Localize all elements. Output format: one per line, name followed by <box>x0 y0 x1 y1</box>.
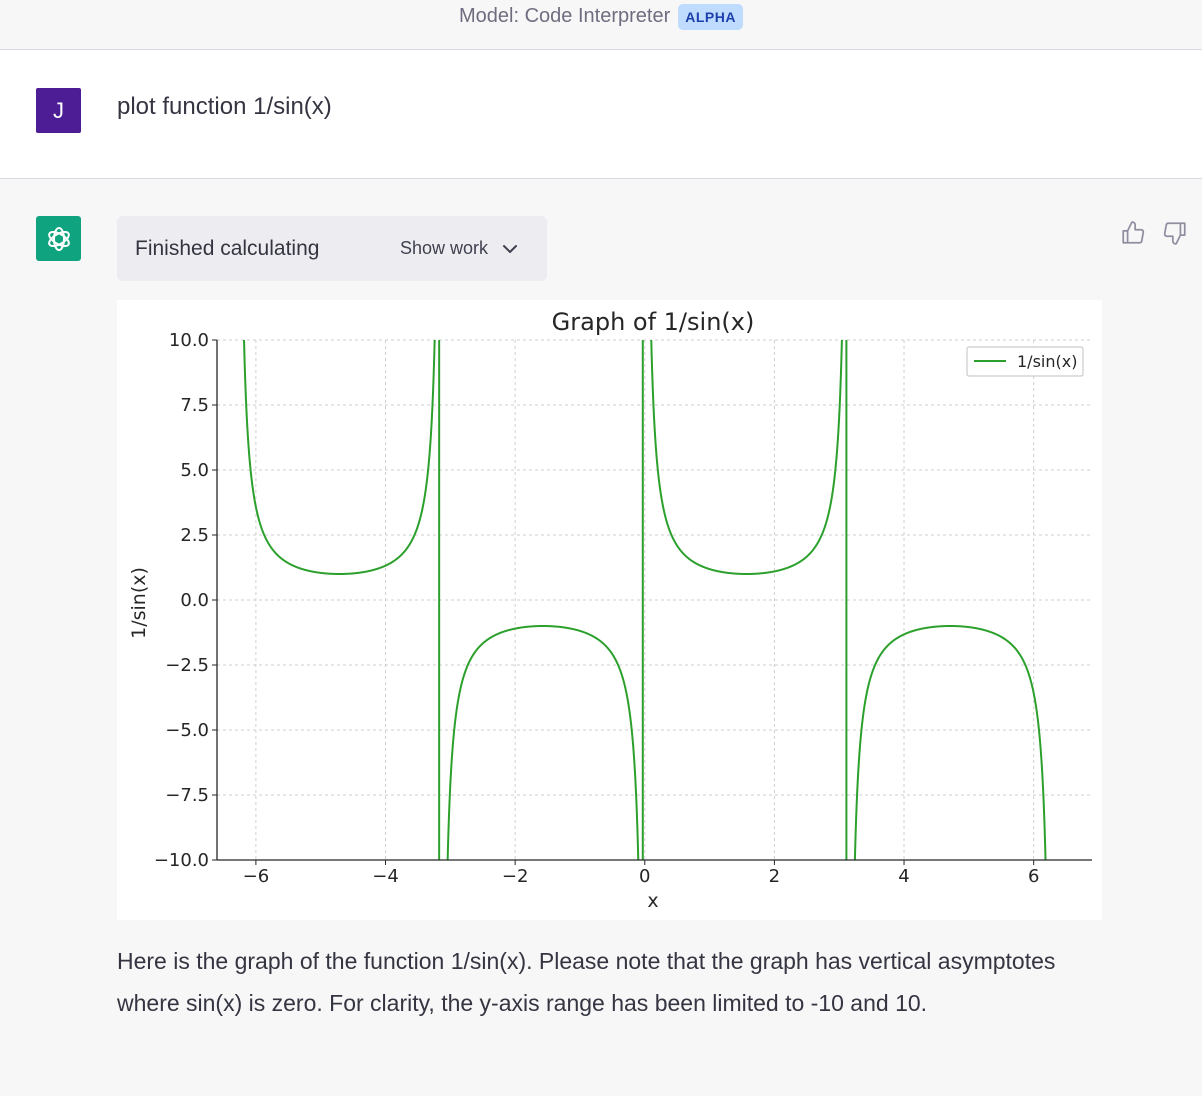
show-work-button[interactable]: Show work <box>400 238 518 259</box>
chart-container: Graph of 1/sin(x) 10.0 7.5 5.0 2.5 0.0 −2.5 −5… <box>117 300 1102 920</box>
alpha-badge: ALPHA <box>678 3 743 30</box>
y-tick-label: −2.5 <box>165 655 209 676</box>
thumbs-up-icon[interactable] <box>1120 220 1146 246</box>
x-axis-label: x <box>647 890 658 912</box>
y-tick-label: −5.0 <box>165 720 209 741</box>
model-label: Model: Code Interpreter <box>459 5 671 27</box>
feedback-buttons <box>1120 220 1188 246</box>
y-axis-label: 1/sin(x) <box>128 567 150 639</box>
top-bar: Model: Code Interpreter ALPHA <box>0 0 1202 50</box>
chart-legend: 1/sin(x) <box>966 346 1084 377</box>
x-axis-ticks: −6 −4 −2 0 2 4 6 <box>243 860 1039 887</box>
y-tick-label: −7.5 <box>165 785 209 806</box>
user-message-row: J plot function 1/sin(x) <box>0 50 1202 179</box>
x-tick-label: 4 <box>898 866 909 887</box>
x-tick-label: 0 <box>639 866 650 887</box>
assistant-message-row: Finished calculating Show work Graph of … <box>0 180 1202 1096</box>
chart-svg: Graph of 1/sin(x) 10.0 7.5 5.0 2.5 0.0 −2.5 −5… <box>128 308 1092 912</box>
chart-title: Graph of 1/sin(x) <box>552 308 755 336</box>
x-tick-label: −4 <box>372 866 399 887</box>
show-work-label: Show work <box>400 238 489 258</box>
x-tick-label: −6 <box>243 866 270 887</box>
y-tick-label: 7.5 <box>180 395 209 416</box>
x-tick-label: 6 <box>1028 866 1039 887</box>
legend-label: 1/sin(x) <box>1017 352 1077 371</box>
x-tick-label: −2 <box>502 866 529 887</box>
y-tick-label: 10.0 <box>169 330 209 351</box>
y-tick-label: 5.0 <box>180 460 209 481</box>
status-text: Finished calculating <box>135 236 320 260</box>
y-tick-label: 0.0 <box>180 590 209 611</box>
user-avatar: J <box>36 88 81 133</box>
user-message: plot function 1/sin(x) <box>117 93 332 120</box>
code-interpreter-status-box: Finished calculating Show work <box>117 216 547 281</box>
y-tick-label: 2.5 <box>180 525 209 546</box>
y-tick-label: −10.0 <box>154 850 209 871</box>
chevron-down-icon <box>503 244 518 253</box>
openai-logo-svg <box>47 226 70 251</box>
model-indicator[interactable]: Model: Code Interpreter ALPHA <box>459 3 743 30</box>
openai-logo-icon <box>36 216 81 261</box>
thumbs-down-icon[interactable] <box>1162 220 1188 246</box>
x-tick-label: 2 <box>769 866 780 887</box>
y-axis-ticks: 10.0 7.5 5.0 2.5 0.0 −2.5 −5.0 −7.5 −10.0 <box>154 330 217 871</box>
assistant-answer: Here is the graph of the function 1/sin(… <box>117 948 1056 1016</box>
